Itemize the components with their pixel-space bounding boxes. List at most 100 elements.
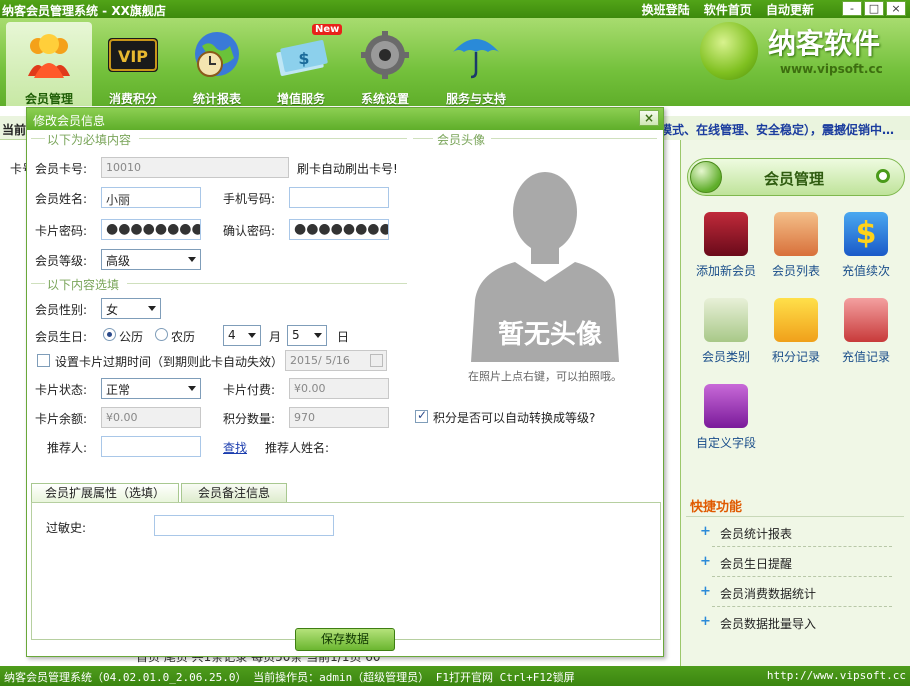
level-select[interactable]: 高级 xyxy=(101,249,201,270)
divider xyxy=(127,283,407,284)
tab-remarks[interactable]: 会员备注信息 xyxy=(181,483,287,503)
solar-radio[interactable] xyxy=(103,328,116,341)
globe-clock-icon xyxy=(195,32,239,77)
password-label: 卡片密码: xyxy=(35,224,88,238)
balance-field[interactable]: ¥0.00 xyxy=(101,407,201,428)
vip-card-icon: VIP xyxy=(108,38,158,72)
day-select[interactable]: 5 xyxy=(287,325,327,346)
tab-system-settings[interactable]: 系统设置 xyxy=(342,22,428,106)
item-label: 自定义字段 xyxy=(695,436,756,450)
shift-login-link[interactable]: 换班登陆 xyxy=(642,3,690,17)
expire-checkbox[interactable] xyxy=(37,354,50,367)
website-url[interactable]: http://www.vipsoft.cc xyxy=(767,669,906,682)
svg-text:VIP: VIP xyxy=(118,47,148,66)
divider xyxy=(139,138,407,139)
month-select[interactable]: 4 xyxy=(223,325,261,346)
tab-label: 服务与支持 xyxy=(445,92,506,106)
day-unit: 日 xyxy=(337,330,350,344)
recharge-button[interactable]: $ 充值续次 xyxy=(833,212,899,279)
logo-icon xyxy=(700,22,758,80)
divider xyxy=(413,138,433,139)
confirm-password-label: 确认密码: xyxy=(223,224,276,238)
money-icon: $ xyxy=(276,40,328,76)
home-link[interactable]: 软件首页 xyxy=(704,3,752,17)
save-button[interactable]: 保存数据 xyxy=(295,628,395,651)
quick-item-label: 会员消费数据统计 xyxy=(720,587,817,601)
maximize-button[interactable]: □ xyxy=(864,1,884,16)
close-window-button[interactable]: × xyxy=(886,1,906,16)
tab-label: 会员管理 xyxy=(24,92,73,106)
dialog-close-button[interactable]: × xyxy=(639,110,659,126)
card-no-field[interactable]: 10010 xyxy=(101,157,289,178)
points-record-button[interactable]: 积分记录 xyxy=(763,298,829,365)
toggle-dot-icon[interactable] xyxy=(876,169,890,183)
tab-value-added[interactable]: $ New 增值服务 xyxy=(258,22,344,106)
edit-member-dialog: 修改会员信息 × 以下为必填内容 会员头像 会员卡号: 10010 刷卡自动刷出… xyxy=(26,107,664,657)
item-label: 充值续次 xyxy=(841,264,890,278)
auto-update-link[interactable]: 自动更新 xyxy=(766,3,814,17)
status-label: 卡片状态: xyxy=(35,383,88,397)
confirm-password-field[interactable]: ●●●●●●●● xyxy=(289,219,389,240)
tab-consume-points[interactable]: VIP 消费积分 xyxy=(90,22,176,106)
gear-icon xyxy=(361,31,409,79)
truck-icon xyxy=(774,298,818,342)
auto-level-checkbox[interactable] xyxy=(415,408,428,423)
fee-label: 卡片付费: xyxy=(223,383,276,397)
referrer-label: 推荐人: xyxy=(47,441,88,455)
status-select[interactable]: 正常 xyxy=(101,378,201,399)
brand-logo: 纳客软件 www.vipsoft.cc xyxy=(700,22,900,92)
recharge-record-button[interactable]: 充值记录 xyxy=(833,298,899,365)
phone-field[interactable] xyxy=(289,187,389,208)
tab-statistics[interactable]: 统计报表 xyxy=(174,22,260,106)
quick-item-birthday-reminder[interactable]: + 会员生日提醒 xyxy=(700,552,900,574)
minimize-button[interactable]: - xyxy=(842,1,862,16)
plus-icon: + xyxy=(700,614,711,629)
tab-label: 统计报表 xyxy=(192,92,241,106)
quick-item-batch-import[interactable]: + 会员数据批量导入 xyxy=(700,612,900,634)
fee-field[interactable]: ¥0.00 xyxy=(289,378,389,399)
dialog-body: 以下为必填内容 会员头像 会员卡号: 10010 刷卡自动刷出卡号! 会员姓名:… xyxy=(27,130,663,656)
tab-extended-attributes[interactable]: 会员扩展属性（选填） xyxy=(31,483,179,503)
status-bar: 纳客会员管理系统（04.02.01.0_2.06.25.0） 当前操作员：adm… xyxy=(0,666,910,686)
quick-item-consumption-stats[interactable]: + 会员消费数据统计 xyxy=(700,582,900,604)
add-member-icon xyxy=(704,212,748,256)
divider xyxy=(31,138,45,139)
lunar-radio[interactable] xyxy=(155,328,168,341)
avatar-area[interactable]: 暂无头像 在照片上点右键，可以拍照哦。 xyxy=(435,162,655,402)
expire-date-field[interactable]: 2015/ 5/16 xyxy=(285,350,387,371)
birthday-label: 会员生日: xyxy=(35,330,88,344)
quick-item-label: 会员统计报表 xyxy=(720,527,793,541)
find-referrer-link[interactable]: 查找 xyxy=(223,439,247,456)
tab-label: 系统设置 xyxy=(360,92,409,106)
item-label: 会员列表 xyxy=(771,264,820,278)
umbrella-icon xyxy=(453,39,499,79)
auto-level-label: 积分是否可以自动转换成等级? xyxy=(433,411,596,425)
item-label: 充值记录 xyxy=(841,350,890,364)
quick-item-label: 会员生日提醒 xyxy=(720,557,793,571)
expire-date-value: 2015/ 5/16 xyxy=(290,354,350,367)
chevron-down-icon xyxy=(314,333,322,338)
chevron-down-icon xyxy=(148,306,156,311)
password-field[interactable]: ●●●●●●●● xyxy=(101,219,201,240)
name-field[interactable]: 小丽 xyxy=(101,187,201,208)
month-value: 4 xyxy=(228,328,236,342)
points-field[interactable]: 970 xyxy=(289,407,389,428)
divider xyxy=(712,606,892,607)
quick-item-member-report[interactable]: + 会员统计报表 xyxy=(700,522,900,544)
calendar-icon[interactable] xyxy=(370,354,383,367)
member-category-button[interactable]: 会员类别 xyxy=(693,298,759,365)
tab-label: 增值服务 xyxy=(276,92,325,106)
add-member-button[interactable]: 添加新会员 xyxy=(693,212,759,279)
gender-select[interactable]: 女 xyxy=(101,298,161,319)
allergy-field[interactable] xyxy=(154,515,334,536)
chevron-down-icon xyxy=(188,257,196,262)
member-list-button[interactable]: 会员列表 xyxy=(763,212,829,279)
tab-service-support[interactable]: 服务与支持 xyxy=(430,22,522,106)
custom-field-button[interactable]: 自定义字段 xyxy=(693,384,759,451)
referrer-field[interactable] xyxy=(101,436,201,457)
tab-member-management[interactable]: 会员管理 xyxy=(6,22,92,106)
pins-icon xyxy=(704,384,748,428)
status-text: 纳客会员管理系统（04.02.01.0_2.06.25.0） 当前操作员：adm… xyxy=(4,671,575,684)
balance-label: 卡片余额: xyxy=(35,412,88,426)
svg-text:$: $ xyxy=(298,49,309,68)
